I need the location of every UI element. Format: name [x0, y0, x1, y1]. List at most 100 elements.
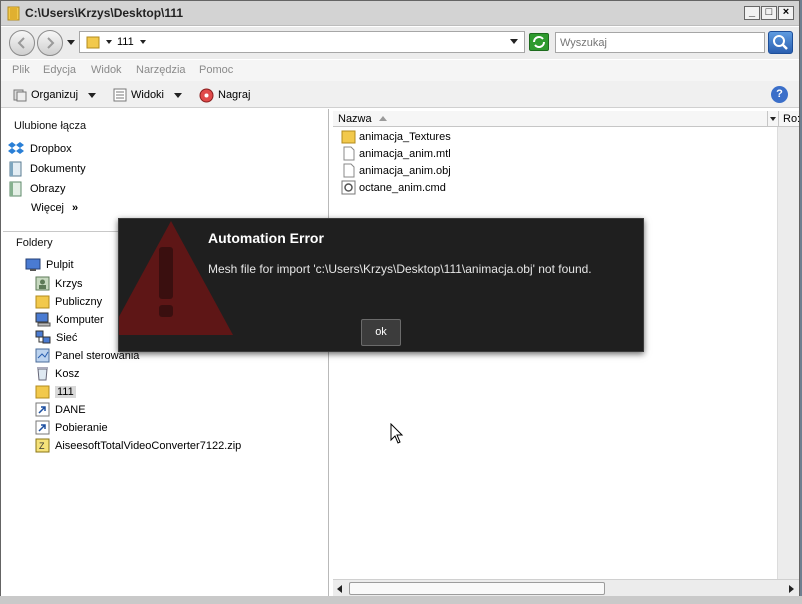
column-header: Nazwa Ro: — [333, 111, 800, 127]
help-icon[interactable]: ? — [771, 86, 788, 103]
close-button[interactable]: × — [778, 6, 794, 20]
menu-file[interactable]: Plik — [12, 64, 30, 76]
tree-item-user[interactable]: Krzys — [35, 276, 83, 291]
toolbar: Organizuj Widoki Nagraj ? — [1, 81, 799, 108]
menu-view[interactable]: Widok — [91, 64, 122, 76]
folder-icon — [35, 295, 50, 309]
chevron-down-icon[interactable] — [140, 40, 146, 44]
file-label: animacja_anim.obj — [359, 164, 451, 177]
tree-item-desktop[interactable]: Pulpit — [25, 258, 74, 272]
address-row: 111 — [1, 27, 799, 59]
chevron-down-icon — [174, 92, 183, 98]
refresh-button[interactable] — [529, 33, 549, 51]
svg-text:Z: Z — [39, 441, 45, 451]
column-name-header[interactable]: Nazwa — [338, 113, 372, 125]
file-item-mtl[interactable]: animacja_anim.mtl — [341, 146, 451, 161]
chevron-down-icon — [88, 92, 97, 98]
favorites-heading: Ulubione łącza — [14, 120, 87, 132]
menu-edit[interactable]: Edycja — [43, 64, 76, 76]
shortcut-icon — [35, 420, 50, 435]
file-label: octane_anim.cmd — [359, 181, 446, 194]
tree-item-public[interactable]: Publiczny — [35, 294, 102, 309]
folder-icon — [341, 130, 356, 144]
tree-item-network[interactable]: Sieć — [35, 330, 77, 345]
documents-icon — [9, 161, 22, 177]
file-label: animacja_Textures — [359, 130, 451, 143]
file-item-obj[interactable]: animacja_anim.obj — [341, 163, 451, 178]
shortcut-icon — [35, 402, 50, 417]
organize-button[interactable]: Organizuj — [13, 86, 97, 104]
views-label: Widoki — [131, 89, 165, 101]
chevron-down-icon[interactable] — [106, 40, 112, 44]
pictures-icon — [9, 181, 22, 197]
fav-label: Dropbox — [30, 142, 72, 155]
favorites-more-link[interactable]: Więcej » — [31, 202, 78, 214]
recent-pages-dropdown[interactable] — [67, 40, 75, 45]
burn-disc-icon — [199, 88, 214, 102]
recycle-bin-icon — [37, 367, 48, 381]
ok-button[interactable]: ok — [361, 319, 401, 346]
address-dropdown[interactable] — [510, 39, 518, 44]
scrollbar-thumb[interactable] — [349, 582, 605, 595]
menu-bar: Plik Edycja Widok Narzędzia Pomoc — [1, 60, 799, 81]
views-icon — [113, 88, 127, 102]
fav-item-pictures[interactable]: Obrazy — [8, 181, 65, 197]
dropbox-icon — [8, 142, 24, 154]
forward-button[interactable] — [37, 30, 63, 56]
back-button[interactable] — [9, 30, 35, 56]
organize-label: Organizuj — [31, 89, 79, 101]
more-label: Więcej — [31, 202, 65, 214]
zip-icon: Z — [35, 438, 50, 453]
tree-item-downloads[interactable]: Pobieranie — [35, 420, 108, 435]
file-label: animacja_anim.mtl — [359, 147, 451, 160]
tree-item-111[interactable]: 111 — [35, 384, 76, 399]
fav-label: Obrazy — [30, 183, 66, 195]
column-filter-dropdown[interactable] — [767, 111, 779, 127]
search-icon — [773, 35, 788, 50]
fav-item-dropbox[interactable]: Dropbox — [8, 141, 72, 156]
tree-item-zip[interactable]: Z AiseesoftTotalVideoConverter7122.zip — [35, 438, 241, 453]
vertical-scrollbar[interactable] — [777, 127, 799, 579]
horizontal-scrollbar[interactable] — [333, 579, 799, 597]
search-field[interactable] — [555, 32, 765, 53]
menu-tools[interactable]: Narzędzia — [136, 64, 186, 76]
maximize-button[interactable]: □ — [761, 6, 777, 20]
file-icon — [343, 146, 355, 161]
search-button[interactable] — [768, 31, 793, 54]
fav-label: Dokumenty — [30, 163, 86, 175]
organize-icon — [13, 89, 27, 102]
address-path-segment[interactable]: 111 — [117, 36, 134, 48]
file-list-pane: Nazwa Ro: animacja_Textures animacja_ani… — [331, 109, 800, 597]
burn-button[interactable]: Nagraj — [199, 86, 250, 104]
burn-label: Nagraj — [218, 89, 251, 101]
folder-icon — [7, 6, 20, 21]
views-button[interactable]: Widoki — [113, 86, 183, 104]
user-folder-icon — [35, 276, 50, 291]
tree-item-recycle-bin[interactable]: Kosz — [35, 366, 79, 381]
file-item-cmd[interactable]: octane_anim.cmd — [341, 180, 446, 195]
file-item-textures[interactable]: animacja_Textures — [341, 129, 451, 144]
refresh-icon — [533, 36, 545, 48]
menu-help[interactable]: Pomoc — [199, 64, 233, 76]
desktop-icon — [25, 258, 41, 271]
error-dialog: Automation Error Mesh file for import 'c… — [118, 218, 644, 352]
tree-item-dane[interactable]: DANE — [35, 402, 86, 417]
tree-item-computer[interactable]: Komputer — [35, 312, 104, 327]
column-size-header[interactable]: Ro: — [783, 113, 800, 125]
search-input[interactable] — [556, 33, 764, 52]
scroll-right-icon[interactable] — [789, 585, 794, 593]
fav-item-documents[interactable]: Dokumenty — [8, 161, 86, 177]
sort-ascending-icon — [379, 116, 387, 121]
title-bar[interactable]: C:\Users\Krzys\Desktop\111 _ □ × — [1, 1, 799, 26]
folder-icon — [86, 36, 100, 49]
folders-heading: Foldery — [16, 237, 53, 249]
minimize-button[interactable]: _ — [744, 6, 760, 20]
taskbar-edge — [0, 596, 802, 604]
control-panel-icon — [35, 348, 50, 363]
dialog-message: Mesh file for import 'c:\Users\Krzys\Des… — [208, 262, 592, 276]
address-bar[interactable]: 111 — [79, 31, 525, 53]
file-icon — [343, 163, 355, 178]
scroll-left-icon[interactable] — [337, 585, 342, 593]
double-chevron-icon: » — [72, 202, 79, 214]
navigation-pane: Ulubione łącza Dropbox Dokumenty Obrazy … — [3, 109, 329, 603]
